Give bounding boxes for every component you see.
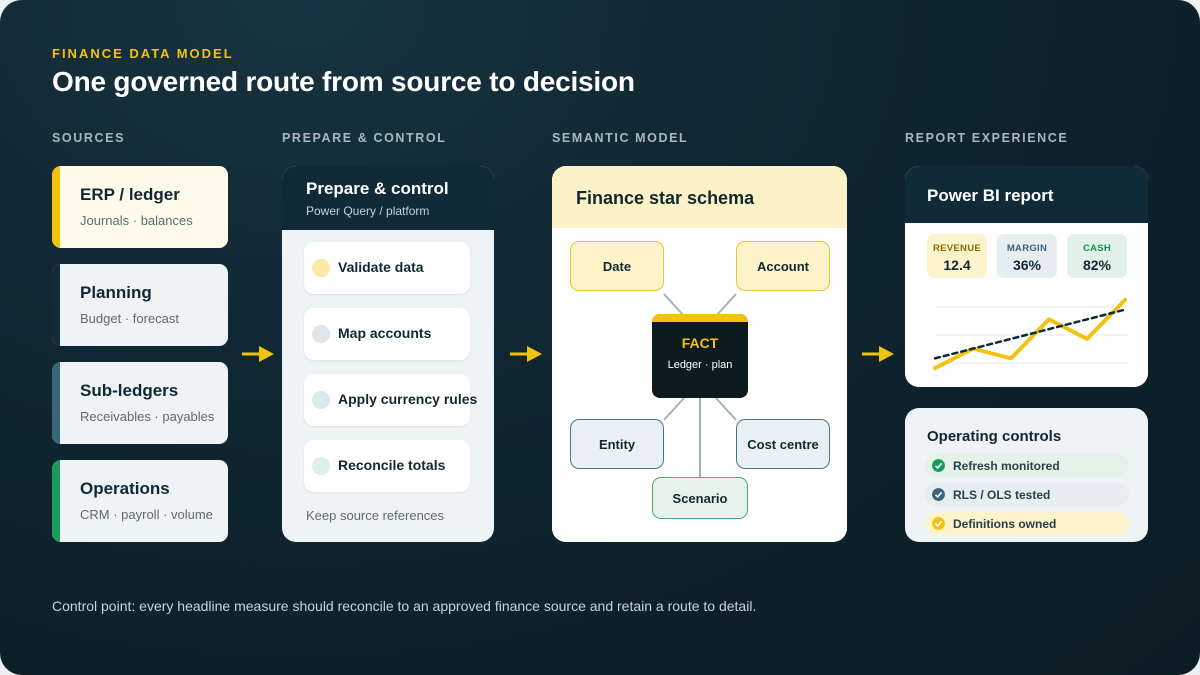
controls-title: Operating controls [927,428,1062,445]
step-dot-icon [312,457,330,475]
connector-account [715,293,737,317]
check-icon [932,517,945,530]
prepare-footer-note: Keep source references [306,508,445,523]
step-label: Validate data [338,259,424,275]
source-name: Sub-ledgers [80,381,179,400]
dimension-scenario: Scenario [652,477,748,519]
column-heading-report: REPORT EXPERIENCE [905,131,1069,145]
source-card-operations: Operations CRM · payroll · volume [52,460,228,542]
column-heading-prepare: PREPARE & CONTROL [282,131,447,145]
check-icon [932,459,945,472]
prepare-header: Prepare & control Power Query / platform [282,166,494,230]
diagram-canvas: FINANCE DATA MODEL One governed route fr… [0,0,1200,675]
check-icon [932,488,945,501]
flow-arrow-icon [242,346,274,362]
step-apply-currency-rules: Apply currency rules [304,374,477,426]
fact-subtitle: Ledger · plan [667,359,733,371]
step-dot-icon [312,325,330,343]
kpi-revenue: REVENUE 12.4 [927,234,987,278]
source-card-erp: ERP / ledger Journals · balances [52,166,228,248]
control-refresh-monitored: Refresh monitored [925,454,1129,477]
fact-cap [652,314,748,322]
step-dot-icon [312,391,330,409]
flow-arrow-icon [510,346,542,362]
connector-entity [663,397,685,421]
source-name: ERP / ledger [80,185,180,204]
fact-table: FACT Ledger · plan [652,314,748,398]
kpi-label: REVENUE [932,243,982,254]
dimension-account: Account [736,241,830,291]
kpi-label: MARGIN [1006,243,1048,254]
step-label: Reconcile totals [338,457,446,473]
step-reconcile-totals: Reconcile totals [304,440,470,492]
source-detail: Budget · forecast [80,311,179,326]
connector-date [663,293,685,317]
eyebrow-label: FINANCE DATA MODEL [52,46,234,61]
source-accent-bar [52,264,60,346]
prepare-subtitle: Power Query / platform [306,204,430,218]
source-card-sub-ledgers: Sub-ledgers Receivables · payables [52,362,228,444]
control-label: Refresh monitored [953,459,1060,473]
control-label: RLS / OLS tested [953,488,1051,502]
connector-cost-centre [715,397,737,421]
source-detail: Receivables · payables [80,409,215,424]
source-name: Operations [80,479,170,498]
report-panel: Power BI report REVENUE 12.4 MARGIN 36% … [905,166,1148,387]
star-schema-canvas: Date Account FACT Ledger · plan Entity C… [552,228,847,542]
column-heading-sources: SOURCES [52,131,126,145]
source-detail: Journals · balances [80,213,193,228]
flow-arrow-icon [862,346,894,362]
source-detail: CRM · payroll · volume [80,507,213,522]
trend-line-chart [933,297,1129,371]
step-map-accounts: Map accounts [304,308,470,360]
kpi-label: CASH [1082,243,1112,254]
prepare-title: Prepare & control [306,179,449,198]
dimension-cost-centre: Cost centre [736,419,830,469]
dimension-entity: Entity [570,419,664,469]
semantic-title: Finance star schema [576,188,755,208]
fact-title: FACT [681,335,719,351]
source-accent-bar [52,166,60,248]
semantic-header: Finance star schema [552,166,847,228]
column-heading-semantic: SEMANTIC MODEL [552,131,689,145]
step-label: Apply currency rules [338,391,478,407]
report-body: REVENUE 12.4 MARGIN 36% CASH 82% [905,223,1148,387]
kpi-value: 12.4 [943,257,971,273]
trend-series-line [933,308,1127,360]
kpi-value: 82% [1082,257,1112,273]
control-definitions-owned: Definitions owned [925,512,1129,535]
controls-panel: Operating controls Refresh monitored RLS… [905,408,1148,542]
page-title: One governed route from source to decisi… [52,66,635,97]
kpi-margin: MARGIN 36% [997,234,1057,278]
kpi-cash: CASH 82% [1067,234,1127,278]
footnote: Control point: every headline measure sh… [52,598,757,614]
kpi-value: 36% [1012,257,1042,273]
control-label: Definitions owned [953,517,1057,531]
step-dot-icon [312,259,330,277]
semantic-model-panel: Finance star schema Date Account FACT Le… [552,166,847,542]
source-accent-bar [52,460,60,542]
source-name: Planning [80,283,152,302]
step-validate-data: Validate data [304,242,470,294]
source-accent-bar [52,362,60,444]
report-title: Power BI report [927,186,1054,205]
dimension-date: Date [570,241,664,291]
source-card-planning: Planning Budget · forecast [52,264,228,346]
control-rls-ols-tested: RLS / OLS tested [925,483,1129,506]
report-header: Power BI report [905,166,1148,223]
step-label: Map accounts [338,325,432,341]
prepare-panel: Prepare & control Power Query / platform… [282,166,494,542]
